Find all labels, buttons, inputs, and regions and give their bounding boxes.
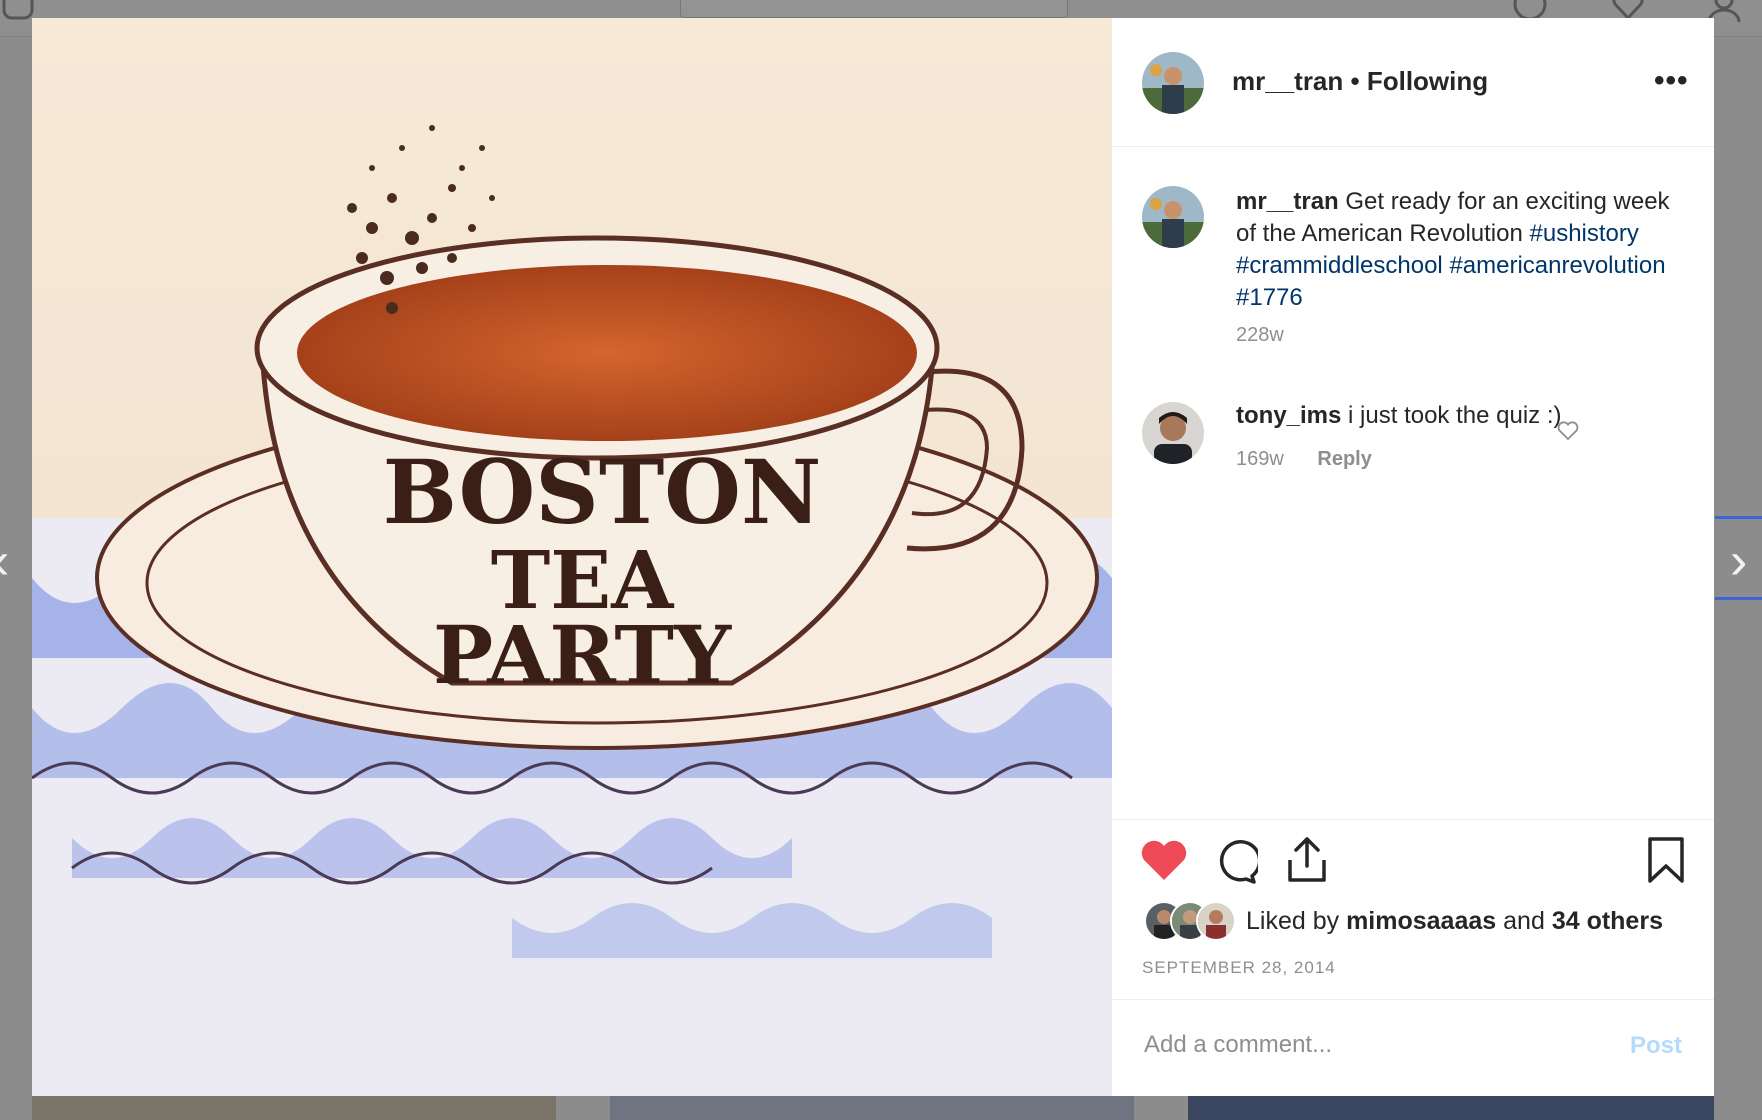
image-text-boston: BOSTON <box>383 440 822 544</box>
author-username[interactable]: mr__tran <box>1232 66 1343 96</box>
post-details-panel: mr__tran • Following ••• mr__tran Get re… <box>1112 18 1714 1096</box>
following-button[interactable]: Following <box>1367 66 1488 96</box>
background-instagram-icon <box>2 0 34 20</box>
hashtag-link[interactable]: #1776 <box>1236 284 1303 311</box>
comment-text-row: tony_ims i just took the quiz :) <box>1236 402 1561 430</box>
likes-others-link[interactable]: 34 others <box>1552 907 1663 935</box>
comment-meta: 169w Reply <box>1236 448 1372 471</box>
background-search-box <box>680 0 1068 18</box>
comment-like-heart-icon[interactable] <box>1556 418 1580 442</box>
post-comment-button[interactable]: Post <box>1630 1032 1682 1060</box>
liked-heart-icon[interactable] <box>1140 838 1188 882</box>
hashtag-link[interactable]: #americanrevolution <box>1449 252 1665 279</box>
likes-prefix: Liked by <box>1246 907 1340 935</box>
background-accent <box>1715 516 1762 519</box>
comment-icon[interactable] <box>1212 838 1258 884</box>
background-thumbnail <box>1188 1096 1714 1120</box>
background-thumbnail <box>610 1096 1134 1120</box>
comment-timestamp[interactable]: 169w <box>1236 448 1284 470</box>
separator-dot: • <box>1350 66 1367 96</box>
author-avatar[interactable] <box>1142 52 1204 114</box>
boston-tea-party-illustration: BOSTON TEA PARTY <box>32 18 1112 1096</box>
likes-summary: Liked by mimosaaaas and 34 others <box>1246 907 1663 936</box>
add-comment-divider <box>1112 999 1714 1000</box>
background-thumbnail <box>32 1096 556 1120</box>
hashtag-link[interactable]: #crammiddleschool <box>1236 252 1443 279</box>
next-post-chevron-icon[interactable]: › <box>1730 535 1747 587</box>
post-date[interactable]: SEPTEMBER 28, 2014 <box>1142 958 1336 978</box>
save-bookmark-icon[interactable] <box>1646 836 1686 884</box>
hashtag-link[interactable]: #ushistory <box>1530 220 1639 247</box>
background-accent <box>1715 597 1762 600</box>
post-header: mr__tran • Following ••• <box>1112 18 1714 147</box>
post-header-text: mr__tran • Following <box>1232 66 1488 97</box>
liker-username[interactable]: mimosaaaas <box>1346 907 1496 935</box>
likes-middle: and <box>1503 907 1545 935</box>
image-text-party: PARTY <box>433 608 732 702</box>
more-options-icon[interactable]: ••• <box>1654 64 1689 98</box>
commenter-avatar[interactable] <box>1142 402 1204 464</box>
post-caption: mr__tran Get ready for an exciting week … <box>1236 186 1676 314</box>
liker-avatar[interactable] <box>1196 901 1236 941</box>
share-icon[interactable] <box>1284 836 1330 884</box>
commenter-username[interactable]: tony_ims <box>1236 402 1341 429</box>
caption-username[interactable]: mr__tran <box>1236 188 1339 215</box>
comment-text: i just took the quiz :) <box>1348 402 1562 429</box>
post-image[interactable]: BOSTON TEA PARTY <box>32 18 1112 1096</box>
reply-button[interactable]: Reply <box>1317 448 1371 470</box>
actions-divider <box>1112 819 1714 820</box>
caption-author-avatar[interactable] <box>1142 186 1204 248</box>
previous-post-chevron-icon[interactable]: ‹ <box>0 535 9 587</box>
caption-timestamp[interactable]: 228w <box>1236 324 1284 347</box>
add-comment-input[interactable] <box>1142 1030 1616 1060</box>
